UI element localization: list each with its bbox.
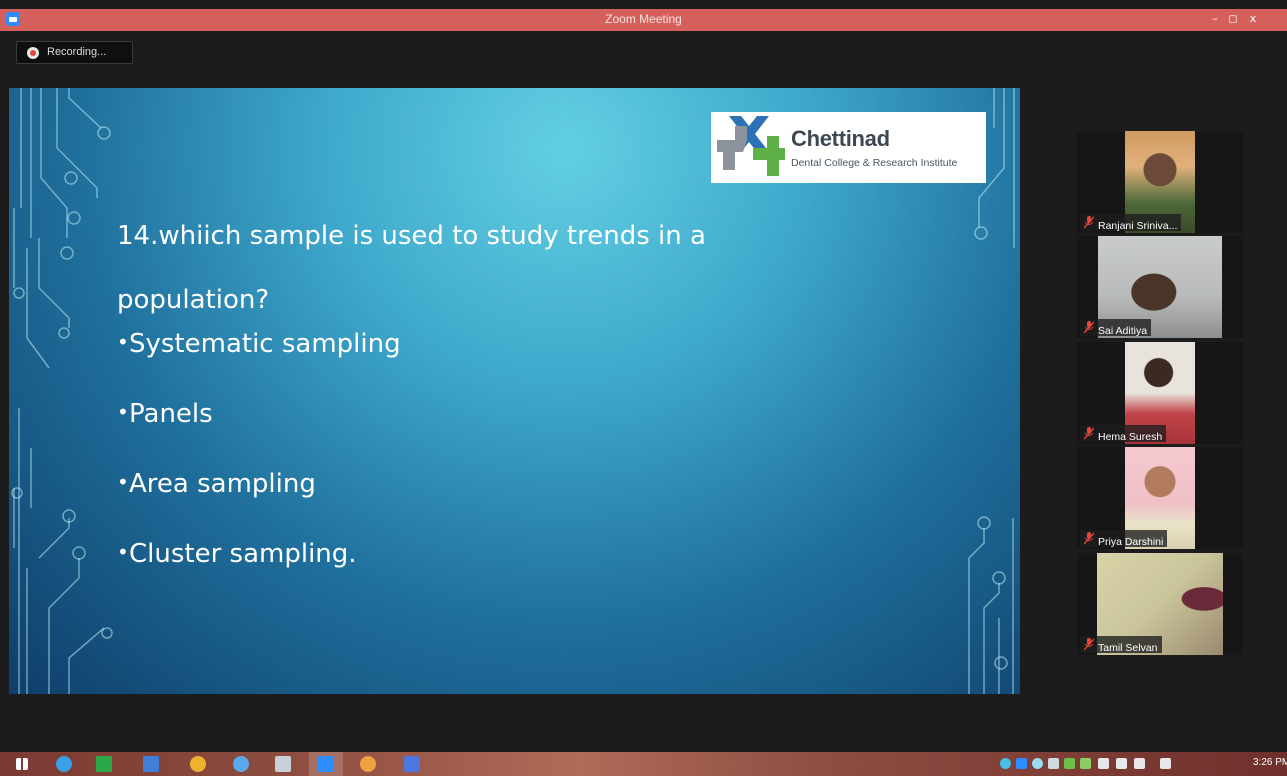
signal-icon[interactable] (1134, 758, 1145, 769)
recording-label: Recording... (47, 46, 107, 58)
chrome-icon[interactable] (190, 756, 206, 772)
participant-name-bar: Ranjani Sriniva... (1080, 214, 1182, 232)
logo-brand-text: Chettinad (791, 126, 890, 151)
mic-muted-icon (1084, 427, 1094, 440)
file-explorer-icon[interactable] (143, 756, 159, 772)
mic-muted-icon (1084, 532, 1094, 545)
zoom-window: Zoom Meeting – ◻ x Recording... Chettina… (0, 0, 1287, 776)
tray-snowflake-icon[interactable] (1032, 758, 1043, 769)
start-icon[interactable] (16, 758, 28, 770)
spreadsheet-app-icon[interactable] (96, 756, 112, 772)
taskbar-clock[interactable]: 3:26 PM (1253, 757, 1287, 768)
windows-taskbar: 3:26 PM (0, 752, 1287, 776)
option-label: Systematic sampling (129, 329, 401, 359)
answer-options: •Systematic sampling •Panels •Area sampl… (117, 324, 401, 604)
bullet-icon: • (117, 400, 129, 424)
participant-name-bar: Priya Darshini (1080, 530, 1168, 548)
question-text: 14.whiich sample is used to study trends… (117, 204, 837, 332)
option-item: •Cluster sampling. (117, 534, 401, 604)
bullet-icon: • (117, 540, 129, 564)
option-label: Cluster sampling. (129, 539, 357, 569)
chettinad-logo-mark (717, 116, 785, 176)
participant-tile[interactable]: Ranjani Sriniva... (1077, 131, 1243, 233)
zoom-taskbar-icon[interactable] (318, 756, 334, 772)
tray-icon[interactable] (1048, 758, 1059, 769)
participant-name-bar: Hema Suresh (1080, 425, 1167, 443)
media-app-icon[interactable] (360, 756, 376, 772)
participant-name-bar: Sai Aditiya (1080, 319, 1152, 337)
ie-browser-icon[interactable] (56, 756, 72, 772)
participant-name: Sai Aditiya (1098, 325, 1148, 337)
mic-muted-icon (1084, 321, 1094, 334)
notes-app-icon[interactable] (275, 756, 291, 772)
option-label: Panels (129, 399, 213, 429)
window-title: Zoom Meeting (605, 12, 682, 26)
question-line-2: population? (117, 285, 270, 315)
participant-tile[interactable]: Priya Darshini (1077, 447, 1243, 549)
participant-tile[interactable]: Sai Aditiya (1077, 236, 1243, 338)
option-item: •Systematic sampling (117, 324, 401, 394)
option-label: Area sampling (129, 469, 316, 499)
mic-muted-icon (1084, 216, 1094, 229)
option-item: •Panels (117, 394, 401, 464)
bullet-icon: • (117, 330, 129, 354)
participant-name: Priya Darshini (1098, 536, 1164, 548)
language-icon[interactable] (1160, 758, 1171, 769)
minimize-button[interactable]: – (1206, 10, 1224, 28)
network-icon[interactable] (1116, 758, 1127, 769)
logo-subtitle: Dental College & Research Institute (791, 157, 958, 169)
question-line-1: 14.whiich sample is used to study trends… (117, 221, 706, 251)
participant-tile[interactable]: Hema Suresh (1077, 342, 1243, 444)
participant-name-bar: Tamil Selvan (1080, 636, 1162, 654)
option-item: •Area sampling (117, 464, 401, 534)
mic-muted-icon (1084, 638, 1094, 651)
close-button[interactable]: x (1244, 10, 1262, 28)
security-app-icon[interactable] (404, 756, 420, 772)
participant-name: Ranjani Sriniva... (1098, 220, 1178, 232)
restore-button[interactable]: ◻ (1224, 10, 1242, 28)
tray-zoom-icon[interactable] (1016, 758, 1027, 769)
tray-icon[interactable] (1000, 758, 1011, 769)
volume-icon[interactable] (1098, 758, 1109, 769)
participant-name: Tamil Selvan (1098, 642, 1158, 654)
title-bar: Zoom Meeting – ◻ x (0, 9, 1287, 31)
recording-indicator[interactable]: Recording... (16, 41, 133, 64)
chettinad-logo: Chettinad Dental College & Research Inst… (711, 112, 986, 183)
app-icon[interactable] (233, 756, 249, 772)
record-icon (27, 47, 39, 59)
tray-icon[interactable] (1064, 758, 1075, 769)
tray-icon[interactable] (1080, 758, 1091, 769)
shared-slide: Chettinad Dental College & Research Inst… (9, 88, 1020, 694)
bullet-icon: • (117, 470, 129, 494)
participant-name: Hema Suresh (1098, 431, 1163, 443)
participant-tile[interactable]: Tamil Selvan (1077, 553, 1243, 655)
